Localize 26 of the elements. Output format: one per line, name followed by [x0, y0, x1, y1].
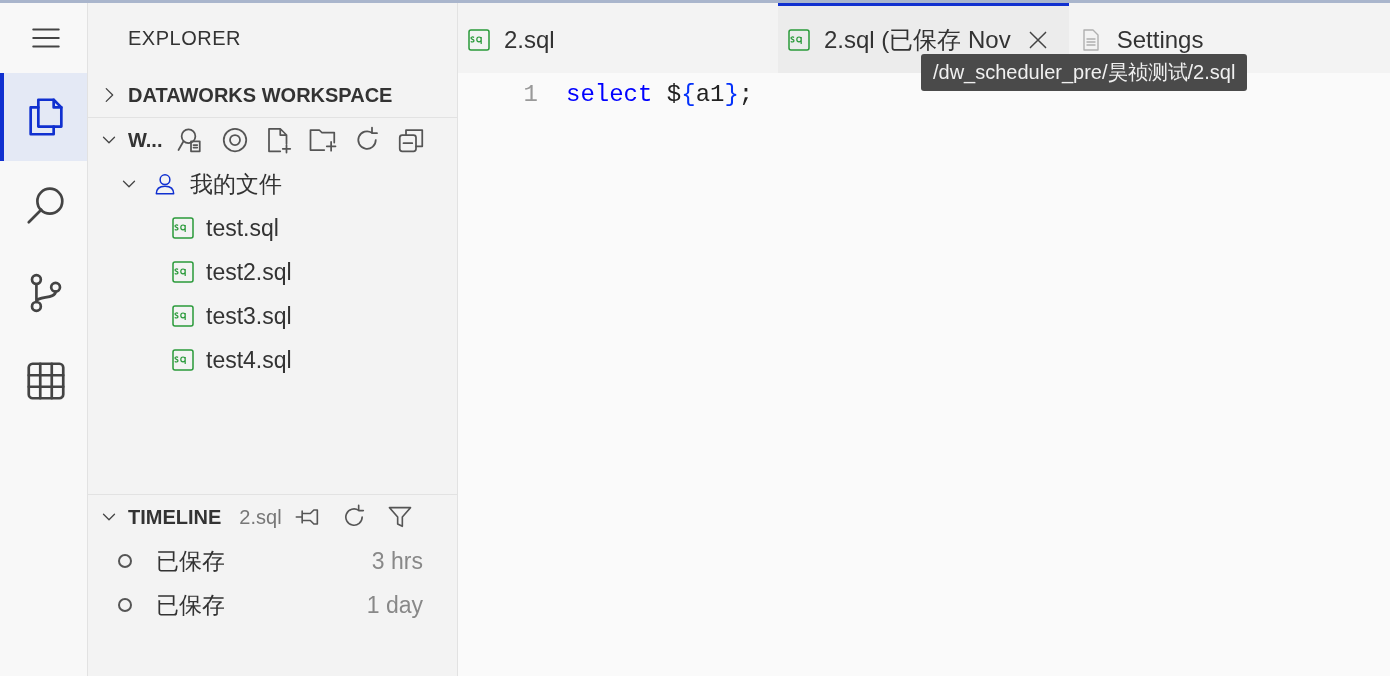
timeline-entry[interactable]: 已保存 — [156, 589, 225, 621]
sql-file-icon — [172, 217, 194, 239]
commit-dot-icon — [118, 598, 132, 612]
timeline-entry[interactable]: 已保存 — [156, 545, 225, 577]
commit-dot-icon — [118, 554, 132, 568]
tree-item[interactable]: test.sql — [88, 206, 457, 250]
sql-file-icon — [468, 28, 490, 51]
section-header[interactable]: W... — [128, 128, 163, 152]
tooltip: /dw_scheduler_pre/昊祯测试/2.sql — [921, 54, 1248, 91]
files-tab[interactable] — [0, 73, 87, 161]
sql-file-icon — [788, 28, 810, 51]
section-header[interactable]: DATAWORKS WORKSPACE — [128, 83, 393, 107]
sql-file-icon — [172, 349, 194, 371]
code-line: select ${a1}; — [566, 80, 754, 108]
tree-item[interactable]: test4.sql — [88, 338, 457, 382]
sql-file-icon — [172, 261, 194, 283]
sql-file-icon — [172, 305, 194, 327]
tree-item[interactable]: test2.sql — [88, 250, 457, 294]
tree-item[interactable]: test3.sql — [88, 294, 457, 338]
section-header[interactable]: TIMELINE — [128, 505, 222, 529]
sidebar-title: EXPLORER — [128, 26, 241, 50]
timeline-time: 1 day — [366, 591, 424, 619]
tree-item[interactable]: 我的文件 — [88, 162, 457, 206]
timeline-time: 3 hrs — [371, 547, 424, 575]
timeline-file: 2.sql — [239, 505, 282, 529]
line-number: 1 — [522, 80, 539, 108]
